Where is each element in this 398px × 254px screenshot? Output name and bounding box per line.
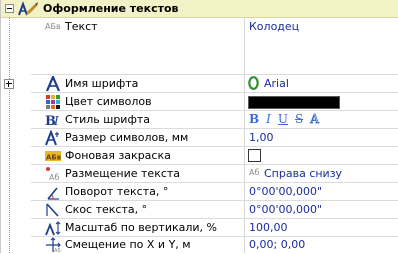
property-label: Фоновая закраска	[65, 149, 171, 162]
placement-value[interactable]: Справа снизу	[264, 167, 342, 180]
abv-text-icon: АБв	[45, 22, 61, 31]
abv-background-icon: АБв	[45, 151, 61, 162]
text-value[interactable]: Колодец	[249, 20, 299, 33]
svg-text:Аб: Аб	[49, 173, 59, 182]
text-placement-icon: Аб	[46, 167, 59, 182]
property-label: Масштаб по вертикали, %	[65, 221, 217, 234]
rotation-value[interactable]: 0°00'00,000"	[249, 185, 322, 198]
property-label: Имя шрифта	[65, 77, 139, 90]
property-row-background[interactable]: АБв Фоновая закраска	[1, 147, 398, 165]
font-size-icon	[45, 130, 59, 146]
placement-mini-icon: Аб	[249, 168, 260, 177]
property-row-font-style[interactable]: B I Стиль шрифта B I U S A	[1, 111, 398, 129]
svg-text:АБв: АБв	[46, 154, 61, 162]
property-row-rotation[interactable]: Поворот текста, ° 0°00'00,000"	[1, 183, 398, 201]
text-style-section-icon	[18, 1, 38, 16]
properties-panel: Оформление текстов АБв Текст Колодец Имя…	[0, 0, 398, 253]
skew-value[interactable]: 0°00'00,000"	[249, 203, 322, 216]
background-checkbox[interactable]	[248, 149, 261, 162]
strikethrough-button[interactable]: S	[295, 112, 303, 126]
font-a-icon	[45, 76, 61, 92]
opentype-font-icon	[248, 76, 259, 90]
section-title: Оформление текстов	[43, 2, 179, 15]
section-header[interactable]: Оформление текстов	[1, 0, 398, 18]
skew-text-icon	[46, 203, 59, 217]
bold-button[interactable]: B	[249, 112, 259, 126]
property-row-vscale[interactable]: Масштаб по вертикали, % 100,00	[1, 219, 398, 237]
property-row-offset[interactable]: AБ Смещение по X и Y, м 0,00; 0,00	[1, 236, 398, 254]
property-label: Размещение текста	[65, 167, 181, 180]
rotate-text-icon	[47, 187, 59, 200]
svg-text:AБ: AБ	[54, 248, 61, 253]
property-label: Поворот текста, °	[65, 185, 169, 198]
vertical-scale-icon	[45, 221, 61, 236]
offset-value[interactable]: 0,00; 0,00	[249, 238, 305, 251]
style-buttons: B I U S A	[249, 112, 319, 127]
underline-button[interactable]: U	[278, 112, 288, 126]
outline-button[interactable]: A	[310, 112, 319, 127]
svg-text:I: I	[53, 114, 59, 128]
property-row-size[interactable]: Размер символов, мм 1,00	[1, 129, 398, 147]
property-row-text[interactable]: АБв Текст Колодец	[1, 17, 398, 75]
bold-italic-icon: B I	[45, 114, 59, 128]
property-row-placement[interactable]: Аб Размещение текста Аб Справа снизу	[1, 165, 398, 183]
property-label: Скос текста, °	[65, 203, 148, 216]
property-label: Размер символов, мм	[65, 131, 189, 144]
property-label: Цвет символов	[65, 95, 152, 108]
font-name-value[interactable]: Arial	[264, 77, 289, 90]
property-label: Стиль шрифта	[65, 113, 150, 126]
property-label: Текст	[65, 20, 98, 33]
collapse-toggle[interactable]	[5, 4, 14, 13]
italic-button[interactable]: I	[266, 112, 271, 126]
size-value[interactable]: 1,00	[249, 131, 274, 144]
vscale-value[interactable]: 100,00	[249, 221, 288, 234]
property-row-skew[interactable]: Скос текста, ° 0°00'00,000"	[1, 201, 398, 219]
expand-toggle[interactable]	[4, 79, 14, 89]
property-row-color[interactable]: Цвет символов	[1, 93, 398, 111]
color-swatch[interactable]	[248, 96, 340, 109]
color-grid-icon	[46, 95, 60, 109]
property-row-font-name[interactable]: Имя шрифта Arial	[1, 75, 398, 93]
offset-xy-icon: AБ	[46, 237, 61, 253]
property-label: Смещение по X и Y, м	[65, 238, 191, 251]
